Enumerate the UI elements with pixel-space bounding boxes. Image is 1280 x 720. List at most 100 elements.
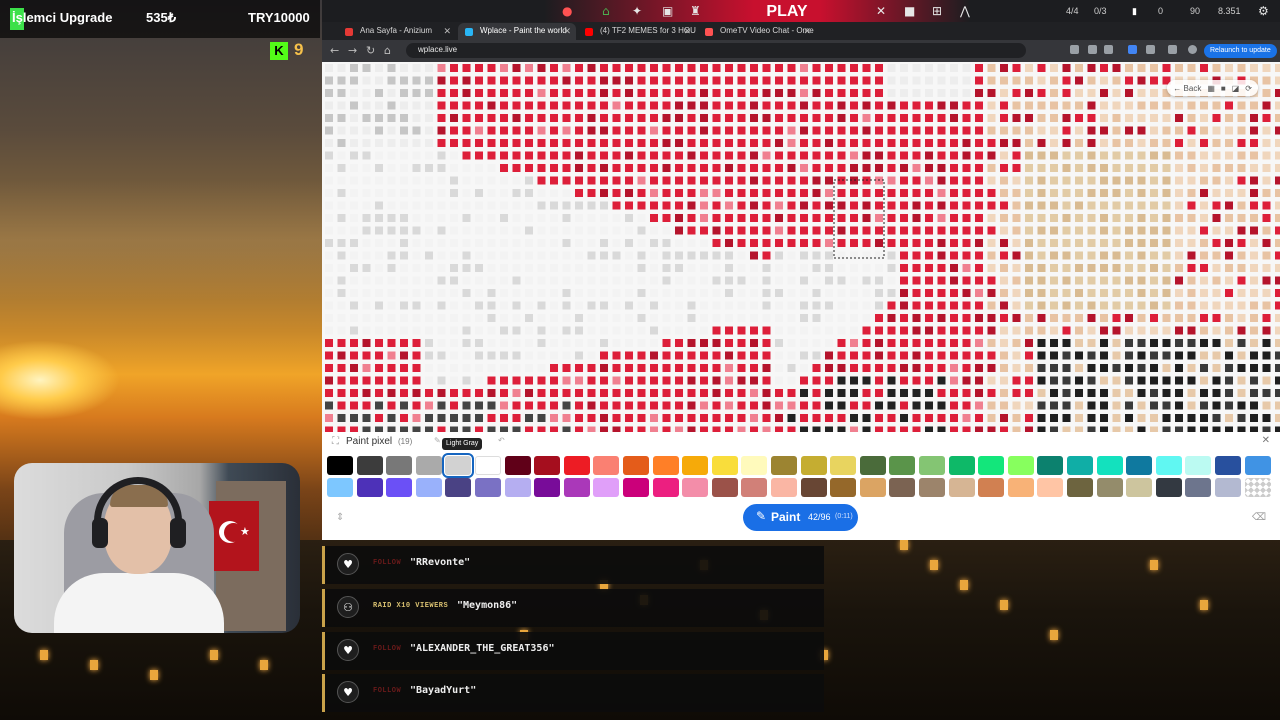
canvas-pixel[interactable] [337, 114, 346, 122]
canvas-pixel[interactable] [1150, 214, 1158, 222]
canvas-pixel[interactable] [487, 251, 496, 260]
canvas-pixel[interactable] [1150, 389, 1158, 397]
canvas-pixel[interactable] [1225, 226, 1233, 235]
canvas-pixel[interactable] [1275, 201, 1280, 210]
canvas-pixel[interactable] [937, 276, 946, 285]
canvas-pixel[interactable] [1075, 101, 1083, 110]
canvas-pixel[interactable] [637, 301, 646, 310]
canvas-pixel[interactable] [637, 339, 646, 347]
canvas-pixel[interactable] [362, 301, 371, 310]
canvas-pixel[interactable] [387, 414, 396, 422]
canvas-pixel[interactable] [637, 89, 646, 97]
canvas-pixel[interactable] [337, 64, 346, 72]
canvas-pixel[interactable] [887, 276, 896, 285]
canvas-pixel[interactable] [1037, 389, 1046, 397]
canvas-pixel[interactable] [525, 251, 533, 260]
canvas-pixel[interactable] [362, 76, 371, 85]
canvas-pixel[interactable] [1250, 101, 1258, 110]
canvas-pixel[interactable] [400, 189, 408, 197]
tab-close-icon[interactable]: ✕ [443, 23, 451, 39]
canvas-pixel[interactable] [525, 389, 533, 397]
canvas-pixel[interactable] [1187, 264, 1196, 272]
canvas-pixel[interactable] [400, 239, 408, 247]
canvas-pixel[interactable] [625, 164, 633, 172]
canvas-pixel[interactable] [912, 414, 921, 422]
canvas-pixel[interactable] [875, 201, 883, 210]
canvas-pixel[interactable] [525, 226, 533, 235]
canvas-pixel[interactable] [437, 201, 446, 210]
canvas-pixel[interactable] [1212, 264, 1221, 272]
canvas-pixel[interactable] [337, 139, 346, 147]
canvas-pixel[interactable] [462, 139, 471, 147]
canvas-pixel[interactable] [1162, 351, 1171, 360]
canvas-pixel[interactable] [812, 189, 821, 197]
canvas-pixel[interactable] [587, 226, 596, 235]
canvas-pixel[interactable] [425, 364, 433, 372]
canvas-pixel[interactable] [412, 139, 421, 147]
color-swatch[interactable] [1067, 456, 1093, 475]
canvas-pixel[interactable] [687, 139, 696, 147]
canvas-pixel[interactable] [1075, 364, 1083, 372]
canvas-pixel[interactable] [737, 89, 746, 97]
canvas-pixel[interactable] [1162, 214, 1171, 222]
canvas-pixel[interactable] [850, 314, 858, 322]
color-swatch[interactable] [623, 478, 649, 497]
canvas-pixel[interactable] [512, 351, 521, 360]
canvas-pixel[interactable] [875, 276, 883, 285]
canvas-pixel[interactable] [350, 326, 358, 335]
canvas-pixel[interactable] [925, 201, 933, 210]
canvas-pixel[interactable] [875, 89, 883, 97]
canvas-pixel[interactable] [450, 114, 458, 122]
canvas-pixel[interactable] [1075, 126, 1083, 135]
canvas-pixel[interactable] [600, 89, 608, 97]
canvas-pixel[interactable] [512, 376, 521, 385]
canvas-pixel[interactable] [787, 126, 796, 135]
canvas-pixel[interactable] [475, 351, 483, 360]
canvas-pixel[interactable] [387, 389, 396, 397]
undo-icon[interactable]: ↶ [498, 436, 505, 445]
canvas-pixel[interactable] [462, 239, 471, 247]
canvas-pixel[interactable] [600, 351, 608, 360]
canvas-pixel[interactable] [662, 189, 671, 197]
canvas-pixel[interactable] [375, 214, 383, 222]
canvas-pixel[interactable] [787, 226, 796, 235]
canvas-pixel[interactable] [437, 64, 446, 72]
canvas-pixel[interactable] [825, 126, 833, 135]
canvas-pixel[interactable] [987, 89, 996, 97]
canvas-pixel[interactable] [1012, 264, 1021, 272]
canvas-pixel[interactable] [812, 401, 821, 410]
canvas-pixel[interactable] [875, 401, 883, 410]
canvas-pixel[interactable] [750, 151, 758, 160]
canvas-pixel[interactable] [362, 326, 371, 335]
canvas-pixel[interactable] [937, 89, 946, 97]
canvas-pixel[interactable] [800, 101, 808, 110]
canvas-pixel[interactable] [925, 139, 933, 147]
canvas-pixel[interactable] [937, 351, 946, 360]
canvas-pixel[interactable] [837, 164, 846, 172]
canvas-pixel[interactable] [1112, 264, 1121, 272]
canvas-pixel[interactable] [362, 151, 371, 160]
canvas-pixel[interactable] [500, 126, 508, 135]
canvas-pixel[interactable] [462, 76, 471, 85]
canvas-pixel[interactable] [950, 126, 958, 135]
canvas-pixel[interactable] [325, 264, 333, 272]
canvas-pixel[interactable] [725, 201, 733, 210]
canvas-pixel[interactable] [1137, 76, 1146, 85]
canvas-pixel[interactable] [387, 64, 396, 72]
canvas-pixel[interactable] [487, 289, 496, 297]
canvas-pixel[interactable] [962, 251, 971, 260]
canvas-pixel[interactable] [475, 189, 483, 197]
canvas-pixel[interactable] [612, 76, 621, 85]
canvas-pixel[interactable] [1037, 401, 1046, 410]
canvas-pixel[interactable] [850, 364, 858, 372]
canvas-pixel[interactable] [925, 364, 933, 372]
canvas-pixel[interactable] [1212, 276, 1221, 285]
canvas-pixel[interactable] [587, 126, 596, 135]
canvas-pixel[interactable] [887, 101, 896, 110]
canvas-pixel[interactable] [1162, 239, 1171, 247]
canvas-pixel[interactable] [837, 414, 846, 422]
canvas-pixel[interactable] [562, 376, 571, 385]
canvas-pixel[interactable] [762, 339, 771, 347]
canvas-pixel[interactable] [875, 364, 883, 372]
canvas-pixel[interactable] [425, 301, 433, 310]
